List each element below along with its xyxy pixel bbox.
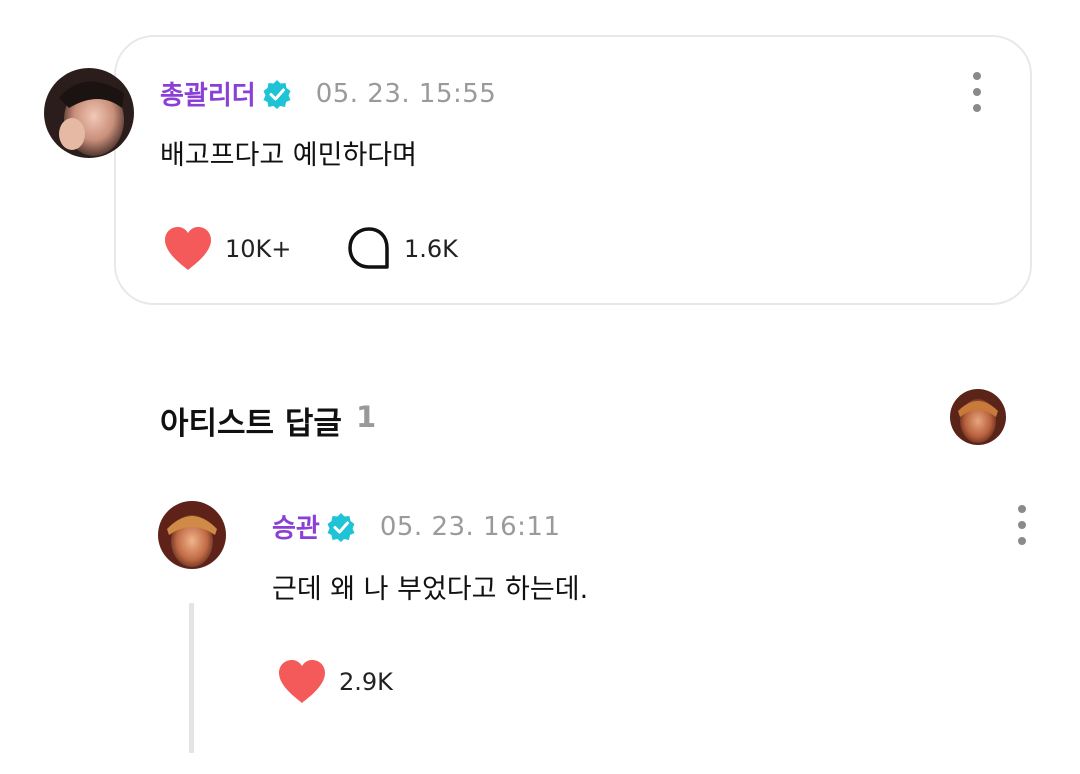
comment-text: 배고프다고 예민하다며 [160, 140, 417, 171]
like-button[interactable]: 10K+ [163, 226, 291, 272]
verified-badge-icon [326, 512, 356, 542]
artist-replies-title: 아티스트 답글 [160, 406, 342, 442]
artist-replies-count: 1 [356, 400, 377, 434]
commenter-avatar[interactable] [44, 68, 134, 158]
verified-badge-icon [262, 79, 292, 109]
thread-line [189, 603, 194, 753]
reply-text: 근데 왜 나 부었다고 하는데. [272, 574, 589, 605]
artist-username[interactable]: 승관 [272, 508, 320, 545]
speech-bubble-icon [346, 226, 392, 272]
reply-like-button[interactable]: 2.9K [277, 659, 393, 705]
heart-icon [163, 226, 213, 272]
artist-avatar[interactable] [158, 501, 226, 569]
comment-timestamp: 05. 23. 15:55 [315, 78, 497, 109]
commenter-name-row: 총괄리더 05. 23. 15:55 [160, 75, 496, 112]
comment-count: 1.6K [404, 235, 458, 263]
artist-name-row: 승관 05. 23. 16:11 [272, 508, 561, 545]
more-vertical-icon[interactable] [967, 72, 987, 112]
reply-timestamp: 05. 23. 16:11 [379, 511, 561, 542]
reply-like-count: 2.9K [339, 668, 393, 696]
artist-avatar-small[interactable] [950, 389, 1006, 445]
reply-button[interactable]: 1.6K [346, 226, 458, 272]
like-count: 10K+ [225, 235, 292, 263]
more-vertical-icon[interactable] [1012, 505, 1032, 545]
commenter-username[interactable]: 총괄리더 [160, 75, 256, 112]
heart-icon [277, 659, 327, 705]
